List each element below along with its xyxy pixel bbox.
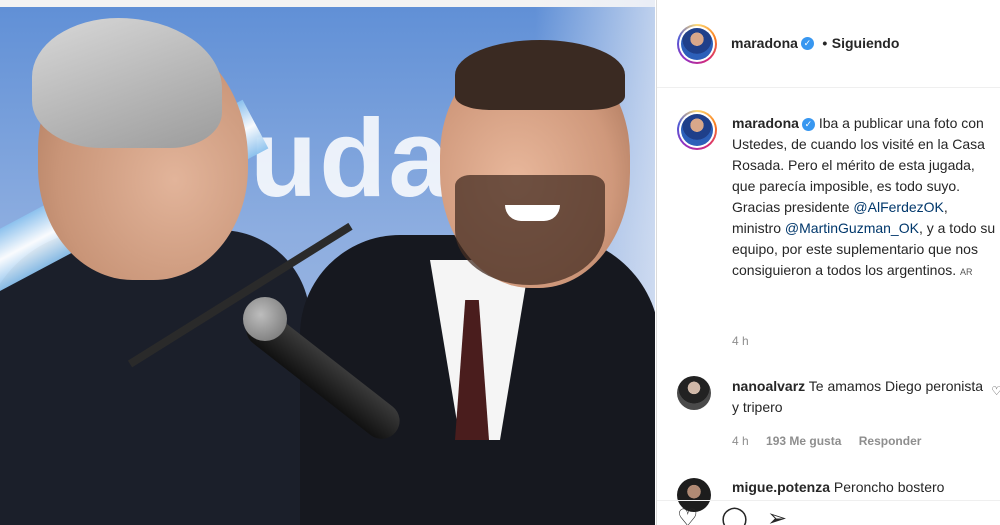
comment-1: nanoalvarz Te amamos Diego peronista y t…	[732, 376, 992, 418]
mention-alferdezok[interactable]: @AlFerdezOK	[853, 199, 943, 215]
follow-separator: •	[822, 35, 828, 51]
comment-avatar[interactable]	[677, 376, 711, 410]
comment-time[interactable]: 4 h	[732, 434, 749, 448]
right-person-hair	[455, 40, 625, 110]
comment-2: migue.potenza Peroncho bostero	[732, 477, 992, 498]
post-header: maradona ✓ • Siguiendo	[657, 0, 1000, 88]
caption-time[interactable]: 4 h	[732, 334, 749, 348]
post-photo[interactable]: uda	[0, 0, 655, 525]
verified-badge-icon: ✓	[800, 37, 814, 51]
background-sign-text: uda	[250, 97, 452, 220]
comment-username[interactable]: nanoalvarz	[732, 378, 805, 394]
comment-icon[interactable]: ◯	[721, 507, 748, 525]
mention-martinguzman[interactable]: @MartinGuzman_OK	[785, 220, 919, 236]
following-button[interactable]: Siguiendo	[832, 35, 900, 51]
comment-reply-button[interactable]: Responder	[859, 434, 922, 448]
comment-1-meta: 4 h 193 Me gusta Responder	[732, 434, 935, 448]
left-person-hair	[32, 18, 222, 148]
comment-text: Peroncho bostero	[833, 479, 945, 495]
comment-like-heart-icon[interactable]: ♡	[991, 384, 1000, 398]
comment-likes[interactable]: 193 Me gusta	[766, 434, 841, 448]
action-bar: ♡ ◯ ➢	[657, 500, 1000, 525]
microphone-head	[243, 297, 287, 341]
post-side-panel: maradona ✓ • Siguiendo maradona ✓ Iba a pu…	[656, 0, 1000, 525]
verified-badge-icon: ✓	[801, 117, 815, 131]
header-user-line: maradona ✓ • Siguiendo	[731, 35, 899, 53]
header-username[interactable]: maradona	[731, 35, 798, 51]
comment-username[interactable]: migue.potenza	[732, 479, 830, 495]
header-avatar[interactable]	[677, 24, 717, 64]
heart-icon[interactable]: ♡	[677, 507, 699, 525]
right-person-beard	[455, 175, 605, 285]
caption-username[interactable]: maradona	[732, 115, 799, 131]
post-caption: maradona ✓ Iba a publicar una foto con Us…	[732, 113, 1000, 283]
right-person-smile	[505, 205, 560, 221]
share-icon[interactable]: ➢	[767, 507, 787, 525]
flag-ar: AR	[960, 267, 973, 277]
caption-avatar[interactable]	[677, 110, 717, 150]
